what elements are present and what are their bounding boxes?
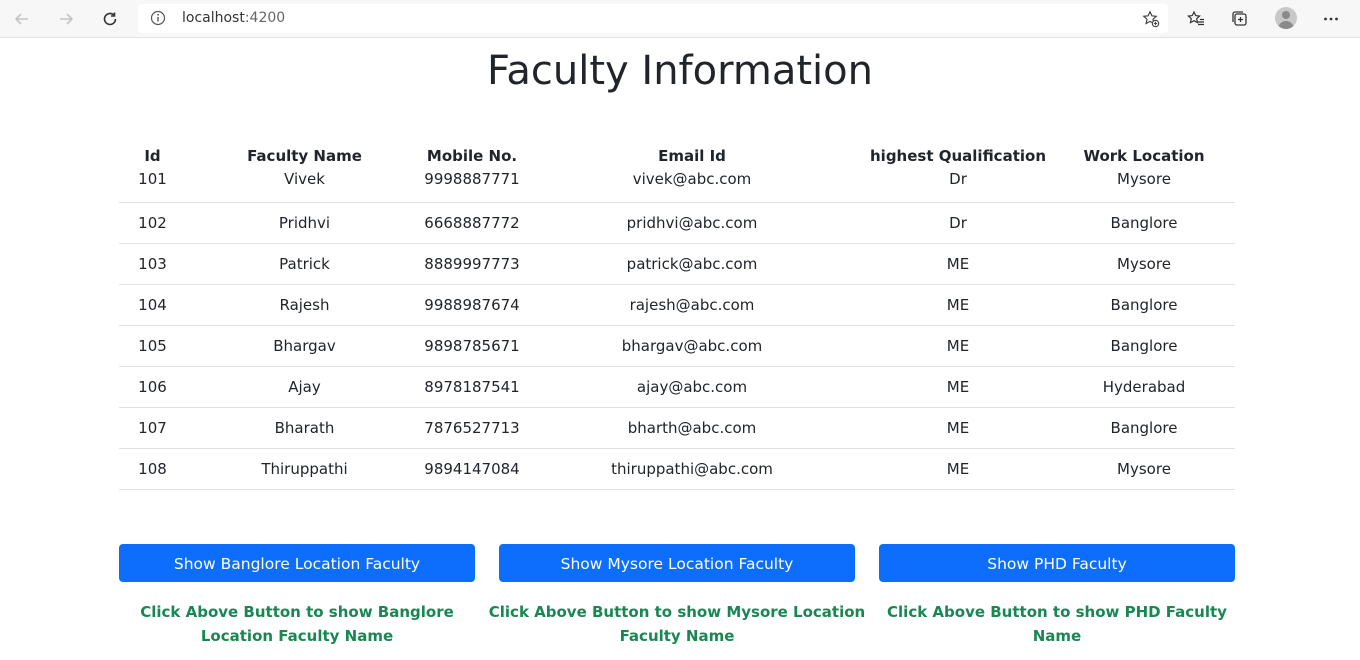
cell-email: ajay@abc.com (521, 366, 863, 408)
cell-faculty-name: Patrick (186, 243, 423, 285)
cell-mobile: 8889997773 (423, 243, 521, 285)
cell-qualification: ME (863, 448, 1053, 490)
mysore-hint-text: Click Above Button to show Mysore Locati… (488, 603, 866, 645)
cell-id: 103 (119, 243, 186, 285)
cell-qualification: ME (863, 243, 1053, 285)
cell-id: 104 (119, 284, 186, 326)
cell-work-location: Hyderabad (1053, 366, 1235, 408)
phd-hint-text: Click Above Button to show PHD Faculty N… (887, 603, 1227, 645)
refresh-icon[interactable] (98, 7, 122, 31)
page-title: Faculty Information (487, 48, 873, 94)
cell-faculty-name: Bharath (186, 407, 423, 449)
table-row: 105 Bhargav 9898785671 bhargav@abc.com M… (119, 325, 1235, 367)
forward-arrow-icon[interactable] (54, 7, 78, 31)
cell-work-location: Mysore (1053, 243, 1235, 285)
address-bar[interactable]: localhost:4200 (138, 4, 1168, 33)
cell-faculty-name: Rajesh (186, 284, 423, 326)
cell-work-location: Mysore (1053, 448, 1235, 490)
browser-toolbar: localhost:4200 (0, 0, 1360, 38)
column-header-work-location: Work Location (1083, 147, 1205, 165)
cell-mobile: 6668887772 (423, 202, 521, 244)
cell-mobile: 7876527713 (423, 407, 521, 449)
banglore-hint-text: Click Above Button to show Banglore Loca… (140, 603, 454, 645)
cell-mobile: 9988987674 (423, 284, 521, 326)
cell-id: 105 (119, 325, 186, 367)
cell-email: patrick@abc.com (521, 243, 863, 285)
column-header-faculty-name: Faculty Name (247, 147, 362, 165)
table-row: 107 Bharath 7876527713 bharth@abc.com ME… (119, 407, 1235, 449)
cell-email: bhargav@abc.com (521, 325, 863, 367)
cell-faculty-name: Thiruppathi (186, 448, 423, 490)
cell-qualification: ME (863, 366, 1053, 408)
cell-qualification: ME (863, 284, 1053, 326)
table-row: 101 Vivek 9998887771 vivek@abc.com Dr My… (119, 169, 1235, 203)
cell-qualification: Dr (863, 202, 1053, 244)
faculty-table: Id Faculty Name Mobile No. Email Id high… (119, 142, 1235, 490)
cell-qualification: Dr (863, 169, 1053, 203)
table-row: 104 Rajesh 9988987674 rajesh@abc.com ME … (119, 284, 1235, 326)
column-header-id: Id (144, 147, 161, 165)
cell-faculty-name: Ajay (186, 366, 423, 408)
cell-id: 102 (119, 202, 186, 244)
cell-faculty-name: Pridhvi (186, 202, 423, 244)
profile-avatar-icon[interactable] (1275, 7, 1297, 29)
url-text: localhost:4200 (182, 10, 285, 26)
cell-mobile: 8978187541 (423, 366, 521, 408)
cell-email: pridhvi@abc.com (521, 202, 863, 244)
show-phd-faculty-button[interactable]: Show PHD Faculty (879, 544, 1235, 582)
favorites-icon[interactable] (1184, 7, 1208, 31)
cell-mobile: 9998887771 (423, 169, 521, 203)
cell-email: thiruppathi@abc.com (521, 448, 863, 490)
cell-work-location: Mysore (1053, 169, 1235, 203)
cell-mobile: 9898785671 (423, 325, 521, 367)
table-header-row: Id Faculty Name Mobile No. Email Id high… (119, 142, 1235, 169)
cell-id: 101 (119, 169, 186, 203)
table-row: 108 Thiruppathi 9894147084 thiruppathi@a… (119, 448, 1235, 490)
cell-qualification: ME (863, 325, 1053, 367)
cell-work-location: Banglore (1053, 284, 1235, 326)
cell-faculty-name: Bhargav (186, 325, 423, 367)
show-banglore-faculty-button[interactable]: Show Banglore Location Faculty (119, 544, 475, 582)
cell-faculty-name: Vivek (186, 169, 423, 203)
cell-work-location: Banglore (1053, 202, 1235, 244)
url-port: :4200 (244, 10, 286, 26)
column-header-mobile: Mobile No. (426, 147, 518, 165)
cell-work-location: Banglore (1053, 325, 1235, 367)
cell-work-location: Banglore (1053, 407, 1235, 449)
cell-qualification: ME (863, 407, 1053, 449)
table-row: 106 Ajay 8978187541 ajay@abc.com ME Hyde… (119, 366, 1235, 408)
add-favorite-icon[interactable] (1142, 10, 1160, 32)
cell-id: 108 (119, 448, 186, 490)
cell-id: 107 (119, 407, 186, 449)
table-row: 103 Patrick 8889997773 patrick@abc.com M… (119, 243, 1235, 285)
cell-id: 106 (119, 366, 186, 408)
cell-email: rajesh@abc.com (521, 284, 863, 326)
show-mysore-faculty-button[interactable]: Show Mysore Location Faculty (499, 544, 855, 582)
more-options-icon[interactable] (1319, 7, 1343, 31)
url-host: localhost (182, 10, 245, 26)
table-row: 102 Pridhvi 6668887772 pridhvi@abc.com D… (119, 202, 1235, 244)
cell-email: bharth@abc.com (521, 407, 863, 449)
column-header-qualification: highest Qualification (870, 147, 1046, 165)
cell-mobile: 9894147084 (423, 448, 521, 490)
column-header-email: Email Id (658, 147, 726, 165)
collections-icon[interactable] (1228, 7, 1252, 31)
info-icon[interactable] (150, 10, 166, 30)
back-arrow-icon[interactable] (10, 7, 34, 31)
cell-email: vivek@abc.com (521, 169, 863, 203)
